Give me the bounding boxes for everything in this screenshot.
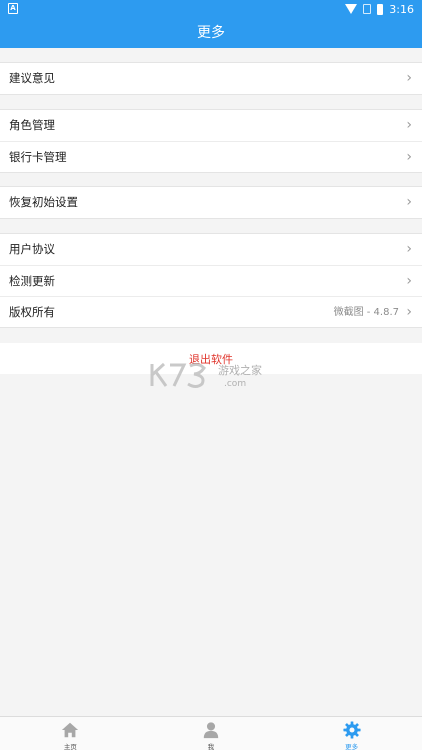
menu-item-role-management[interactable]: 角色管理 › — [0, 110, 422, 141]
watermark-sub: .com — [224, 379, 246, 389]
menu-item-label: 检测更新 — [9, 274, 55, 288]
group-reset: 恢复初始设置 › — [0, 186, 422, 219]
status-app-icon: A — [8, 3, 18, 14]
tab-label: 我 — [207, 743, 215, 750]
chevron-right-icon: › — [406, 117, 412, 133]
chevron-right-icon: › — [406, 304, 412, 320]
version-value: 微截图 - 4.8.7 — [333, 307, 399, 318]
status-right: 3:16 — [345, 1, 414, 17]
menu-item-user-agreement[interactable]: 用户协议 › — [0, 234, 422, 265]
menu-item-label: 建议意见 — [9, 71, 55, 85]
chevron-right-icon: › — [406, 273, 412, 289]
menu-item-label: 银行卡管理 — [9, 150, 67, 164]
status-time: 3:16 — [389, 2, 414, 16]
menu-item-label: 恢复初始设置 — [9, 195, 78, 209]
tab-home[interactable]: 主页 — [0, 717, 141, 750]
menu-item-bank-card-management[interactable]: 银行卡管理 › — [0, 141, 422, 172]
chevron-right-icon: › — [406, 70, 412, 86]
menu-item-copyright[interactable]: 版权所有 微截图 - 4.8.7 › — [0, 296, 422, 327]
group-management: 角色管理 › 银行卡管理 › — [0, 109, 422, 173]
tab-label: 主页 — [63, 743, 77, 750]
menu-item-label: 角色管理 — [9, 118, 55, 132]
user-icon — [203, 722, 219, 739]
logout-button[interactable]: 退出软件 — [0, 343, 422, 374]
logout-label: 退出软件 — [189, 353, 233, 366]
tab-me[interactable]: 我 — [141, 717, 282, 750]
tab-more[interactable]: 更多 — [281, 717, 422, 750]
status-bar: A 3:16 — [0, 0, 422, 18]
menu-item-label: 版权所有 — [9, 305, 55, 319]
chevron-right-icon: › — [406, 241, 412, 257]
chevron-right-icon: › — [406, 194, 412, 210]
battery-icon — [377, 3, 384, 15]
chevron-right-icon: › — [406, 149, 412, 165]
menu-item-feedback[interactable]: 建议意见 › — [0, 63, 422, 94]
wifi-icon — [345, 4, 358, 14]
sim-icon — [363, 4, 372, 14]
page-title: 更多 — [0, 18, 422, 48]
group-feedback: 建议意见 › — [0, 62, 422, 95]
home-icon — [62, 722, 79, 738]
tab-label: 更多 — [345, 743, 359, 750]
menu-item-check-update[interactable]: 检测更新 › — [0, 265, 422, 296]
group-about: 用户协议 › 检测更新 › 版权所有 微截图 - 4.8.7 › — [0, 233, 422, 328]
bottom-tab-bar: 主页 我 更多 — [0, 716, 422, 750]
gear-icon — [343, 721, 361, 739]
menu-item-restore-defaults[interactable]: 恢复初始设置 › — [0, 187, 422, 218]
menu-item-label: 用户协议 — [9, 242, 55, 256]
